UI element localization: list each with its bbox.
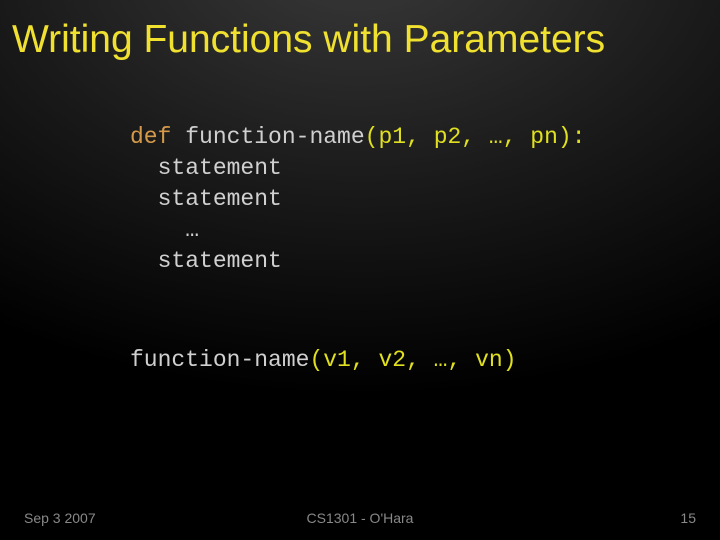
colon: :	[572, 124, 586, 150]
statement-line: statement	[158, 186, 282, 212]
footer-date: Sep 3 2007	[24, 510, 96, 526]
footer-course: CS1301 - O'Hara	[307, 510, 414, 526]
code-call-block: function-name(v1, v2, …, vn)	[130, 347, 720, 373]
paren-close: )	[558, 124, 572, 150]
param-list: p1, p2, …, pn	[378, 124, 557, 150]
call-paren-close: )	[503, 347, 517, 373]
ellipsis-line: …	[185, 217, 199, 243]
code-definition-block: def function-name(p1, p2, …, pn): statem…	[130, 122, 720, 277]
call-args: v1, v2, …, vn	[323, 347, 502, 373]
call-function-name: function-name	[130, 347, 309, 373]
call-paren-open: (	[309, 347, 323, 373]
statement-line: statement	[158, 248, 282, 274]
statement-line: statement	[158, 155, 282, 181]
slide-footer: Sep 3 2007 CS1301 - O'Hara 15	[0, 510, 720, 526]
function-name-text: function-name	[185, 124, 364, 150]
paren-open: (	[365, 124, 379, 150]
keyword-def: def	[130, 124, 171, 150]
slide-title: Writing Functions with Parameters	[0, 0, 720, 62]
footer-page-number: 15	[680, 510, 696, 526]
